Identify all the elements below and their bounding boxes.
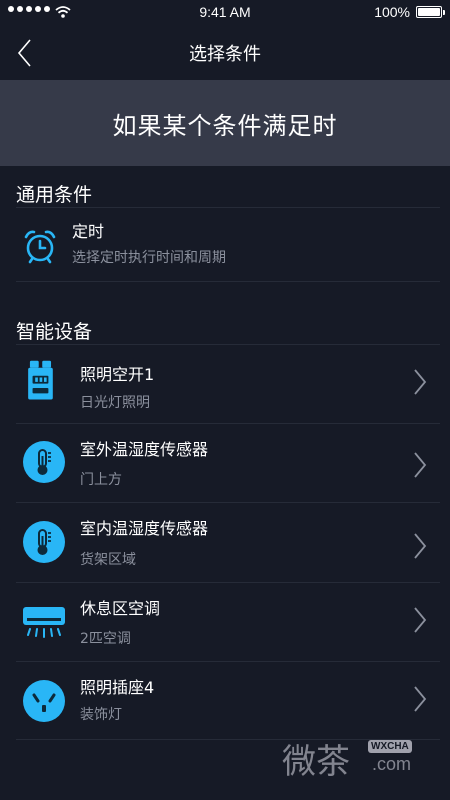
device-location: 货架区域: [80, 552, 136, 568]
device-location: 装饰灯: [80, 707, 122, 723]
device-location: 日光灯照明: [80, 395, 150, 411]
thermometer-icon: [23, 441, 65, 483]
power-socket-icon: [23, 680, 65, 722]
status-bar: 9:41 AM 100%: [0, 0, 450, 26]
timer-title: 定时: [72, 222, 105, 241]
section-title-smart-devices: 智能设备: [16, 321, 93, 343]
timer-condition-item[interactable]: 定时 选择定时执行时间和周期: [0, 208, 450, 282]
device-item[interactable]: 室外温湿度传感器 门上方: [0, 424, 450, 502]
device-item[interactable]: 休息区空调 2匹空调: [0, 583, 450, 661]
battery-percentage: 100%: [374, 4, 410, 20]
navigation-bar: 选择条件: [0, 26, 450, 78]
watermark-domain: .com: [372, 754, 412, 774]
device-name: 照明插座4: [80, 678, 155, 697]
condition-banner: 如果某个条件满足时: [0, 80, 450, 166]
device-name: 照明空开1: [80, 365, 155, 384]
timer-subtitle: 选择定时执行时间和周期: [72, 250, 226, 266]
air-conditioner-icon: [23, 607, 65, 638]
device-name: 室外温湿度传感器: [80, 440, 209, 459]
device-item[interactable]: 室内温湿度传感器 货架区域: [0, 503, 450, 581]
thermometer-icon: [23, 521, 65, 563]
device-location: 门上方: [80, 472, 122, 488]
divider: [16, 281, 440, 282]
device-name: 室内温湿度传感器: [80, 519, 209, 538]
circuit-breaker-icon: [28, 360, 53, 400]
chevron-right-icon: [414, 533, 427, 559]
alarm-clock-icon: [24, 230, 56, 264]
watermark-cn: 微茶: [282, 742, 350, 782]
device-item[interactable]: 照明空开1 日光灯照明: [0, 345, 450, 423]
device-name: 休息区空调: [80, 599, 161, 618]
chevron-right-icon: [414, 686, 427, 712]
device-location: 2匹空调: [80, 631, 131, 647]
watermark-logo: 微茶 WXCHA .com: [282, 734, 432, 782]
chevron-right-icon: [414, 369, 427, 395]
battery-icon: [416, 6, 445, 18]
device-item[interactable]: 照明插座4 装饰灯: [0, 662, 450, 740]
section-title-general: 通用条件: [16, 184, 93, 206]
page-title: 选择条件: [189, 44, 261, 65]
chevron-right-icon: [414, 607, 427, 633]
watermark-tag: WXCHA: [368, 740, 412, 753]
chevron-right-icon: [414, 452, 427, 478]
